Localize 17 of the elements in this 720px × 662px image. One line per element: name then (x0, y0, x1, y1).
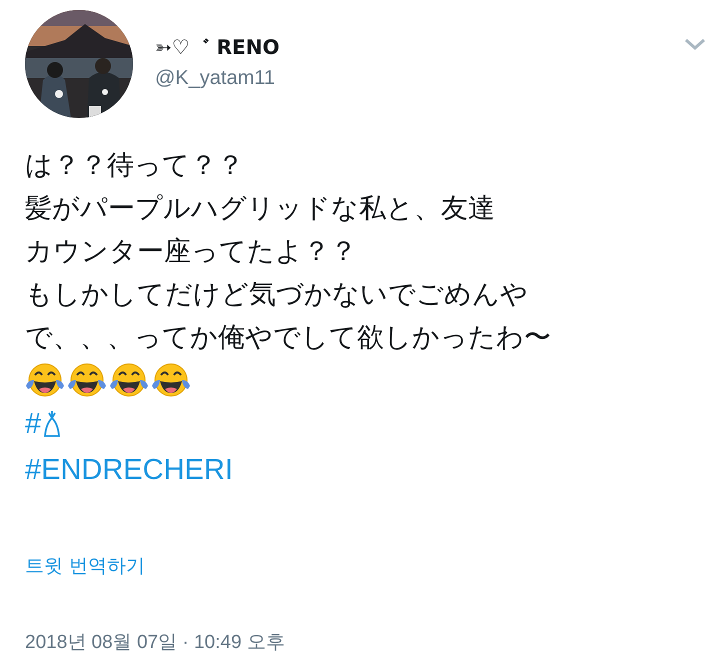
laughing-tears-icon (109, 362, 149, 398)
tweet-text: もしかしてだけど気づかないでごめんや (25, 278, 529, 312)
chevron-down-icon[interactable] (684, 38, 706, 51)
tweet-timestamp: 2018년 08월 07일 · 10:49 오후 (25, 631, 286, 655)
tweet-text: カウンター座ってたよ？？ (25, 235, 358, 269)
hashtag-link[interactable]: #ENDRECHERI (25, 454, 233, 486)
translate-link[interactable]: 트윗 번역하기 (25, 553, 146, 579)
laughing-tears-icon (67, 362, 107, 398)
tweet-text: 髪がパープルハグリッドな私と、友達 (25, 192, 496, 226)
author-handle: @K_yatam11 (155, 67, 276, 90)
tweet-text: で、、、ってか俺やでして欲しかったわ〜 (25, 321, 552, 355)
tweet-text: は？？待って？？ (25, 149, 245, 183)
author-name: ➳♡゛ RENO (155, 34, 280, 61)
tent-icon[interactable] (43, 410, 62, 438)
laughing-tears-icon (151, 362, 191, 398)
laughing-tears-icon (25, 362, 65, 398)
hashtag-link[interactable]: # (25, 408, 42, 440)
